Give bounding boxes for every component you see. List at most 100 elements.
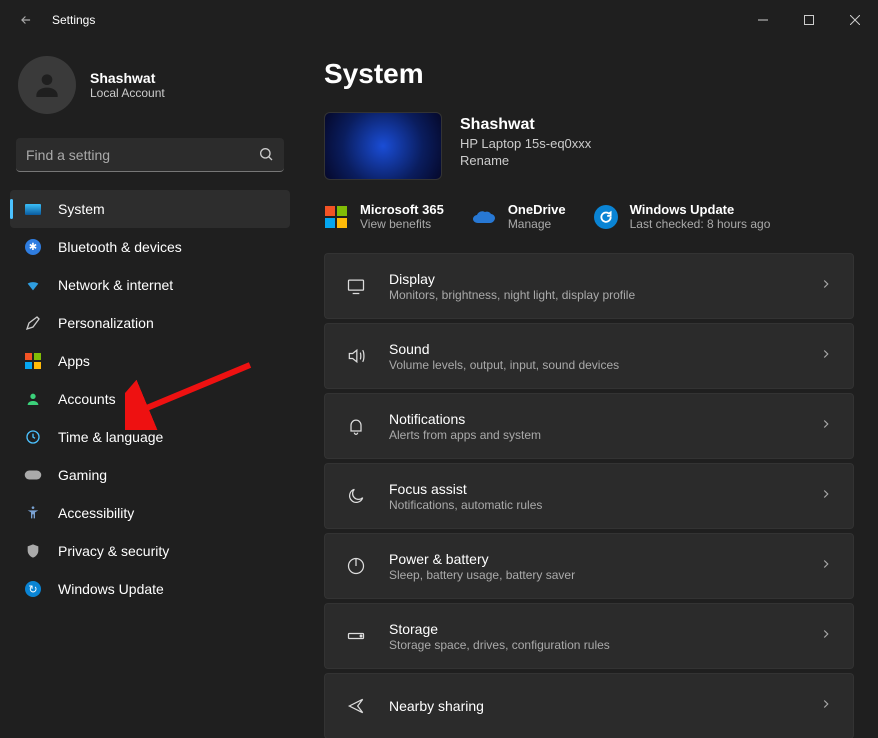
avatar [18,56,76,114]
profile-name: Shashwat [90,70,165,86]
sidebar-item-label: Time & language [58,429,163,445]
sidebar: Shashwat Local Account System ✱ Bluetoot… [0,40,300,738]
card-sub: Sleep, battery usage, battery saver [389,568,797,582]
card-title: Sound [389,341,797,357]
sidebar-item-update[interactable]: ↻ Windows Update [10,570,290,608]
sidebar-item-label: Apps [58,353,90,369]
onedrive-icon [472,205,496,229]
profile-block[interactable]: Shashwat Local Account [10,48,290,122]
card-sub: Alerts from apps and system [389,428,797,442]
sidebar-item-gaming[interactable]: Gaming [10,456,290,494]
brush-icon [24,314,42,332]
services-row: Microsoft 365 View benefits OneDrive Man… [324,202,854,231]
sidebar-item-label: Bluetooth & devices [58,239,182,255]
sidebar-item-bluetooth[interactable]: ✱ Bluetooth & devices [10,228,290,266]
page-title: System [324,58,854,90]
sidebar-item-accessibility[interactable]: Accessibility [10,494,290,532]
card-title: Nearby sharing [389,698,797,714]
back-button[interactable] [12,6,40,34]
chevron-right-icon [819,417,833,436]
system-icon [24,200,42,218]
rename-link[interactable]: Rename [460,153,591,168]
device-row: Shashwat HP Laptop 15s-eq0xxx Rename [324,112,854,180]
card-title: Notifications [389,411,797,427]
sidebar-item-label: Accounts [58,391,116,407]
card-title: Focus assist [389,481,797,497]
card-nearby-sharing[interactable]: Nearby sharing [324,673,854,738]
close-button[interactable] [832,4,878,36]
titlebar: Settings [0,0,878,40]
storage-icon [345,626,367,646]
card-display[interactable]: Display Monitors, brightness, night ligh… [324,253,854,319]
sound-icon [345,346,367,366]
moon-icon [345,486,367,506]
settings-card-list: Display Monitors, brightness, night ligh… [324,253,854,738]
sidebar-item-label: Privacy & security [58,543,169,559]
service-sub: Manage [508,217,566,231]
chevron-right-icon [819,627,833,646]
main-content: System Shashwat HP Laptop 15s-eq0xxx Ren… [300,40,878,738]
service-title: Windows Update [630,202,771,217]
sidebar-item-label: Accessibility [58,505,134,521]
sidebar-item-system[interactable]: System [10,190,290,228]
sidebar-item-time[interactable]: Time & language [10,418,290,456]
service-windows-update[interactable]: Windows Update Last checked: 8 hours ago [594,202,771,231]
device-name: Shashwat [460,116,591,134]
card-storage[interactable]: Storage Storage space, drives, configura… [324,603,854,669]
share-icon [345,696,367,716]
service-ms365[interactable]: Microsoft 365 View benefits [324,202,444,231]
nav-list: System ✱ Bluetooth & devices Network & i… [10,190,290,608]
device-thumbnail[interactable] [324,112,442,180]
sidebar-item-personalization[interactable]: Personalization [10,304,290,342]
service-title: OneDrive [508,202,566,217]
chevron-right-icon [819,277,833,296]
gamepad-icon [24,466,42,484]
search-wrap [16,138,284,172]
chevron-right-icon [819,557,833,576]
wifi-icon [24,276,42,294]
card-sound[interactable]: Sound Volume levels, output, input, soun… [324,323,854,389]
power-icon [345,556,367,576]
device-model: HP Laptop 15s-eq0xxx [460,136,591,151]
display-icon [345,276,367,296]
bluetooth-icon: ✱ [24,238,42,256]
card-title: Power & battery [389,551,797,567]
service-title: Microsoft 365 [360,202,444,217]
maximize-button[interactable] [786,4,832,36]
sidebar-item-label: Personalization [58,315,154,331]
person-icon [24,390,42,408]
sidebar-item-network[interactable]: Network & internet [10,266,290,304]
card-sub: Storage space, drives, configuration rul… [389,638,797,652]
card-focus-assist[interactable]: Focus assist Notifications, automatic ru… [324,463,854,529]
clock-icon [24,428,42,446]
profile-sub: Local Account [90,86,165,100]
sidebar-item-accounts[interactable]: Accounts [10,380,290,418]
service-sub: View benefits [360,217,444,231]
window-controls [740,4,878,36]
search-input[interactable] [16,138,284,172]
chevron-right-icon [819,487,833,506]
card-sub: Volume levels, output, input, sound devi… [389,358,797,372]
sidebar-item-apps[interactable]: Apps [10,342,290,380]
card-sub: Monitors, brightness, night light, displ… [389,288,797,302]
sidebar-item-privacy[interactable]: Privacy & security [10,532,290,570]
service-sub: Last checked: 8 hours ago [630,217,771,231]
sidebar-item-label: System [58,201,105,217]
windows-update-icon [594,205,618,229]
sidebar-item-label: Gaming [58,467,107,483]
card-sub: Notifications, automatic rules [389,498,797,512]
accessibility-icon [24,504,42,522]
update-icon: ↻ [24,580,42,598]
card-notifications[interactable]: Notifications Alerts from apps and syste… [324,393,854,459]
sidebar-item-label: Network & internet [58,277,173,293]
chevron-right-icon [819,347,833,366]
minimize-button[interactable] [740,4,786,36]
card-title: Storage [389,621,797,637]
card-power[interactable]: Power & battery Sleep, battery usage, ba… [324,533,854,599]
service-onedrive[interactable]: OneDrive Manage [472,202,566,231]
window-title: Settings [52,13,95,27]
apps-icon [24,352,42,370]
chevron-right-icon [819,697,833,716]
ms365-icon [324,205,348,229]
shield-icon [24,542,42,560]
